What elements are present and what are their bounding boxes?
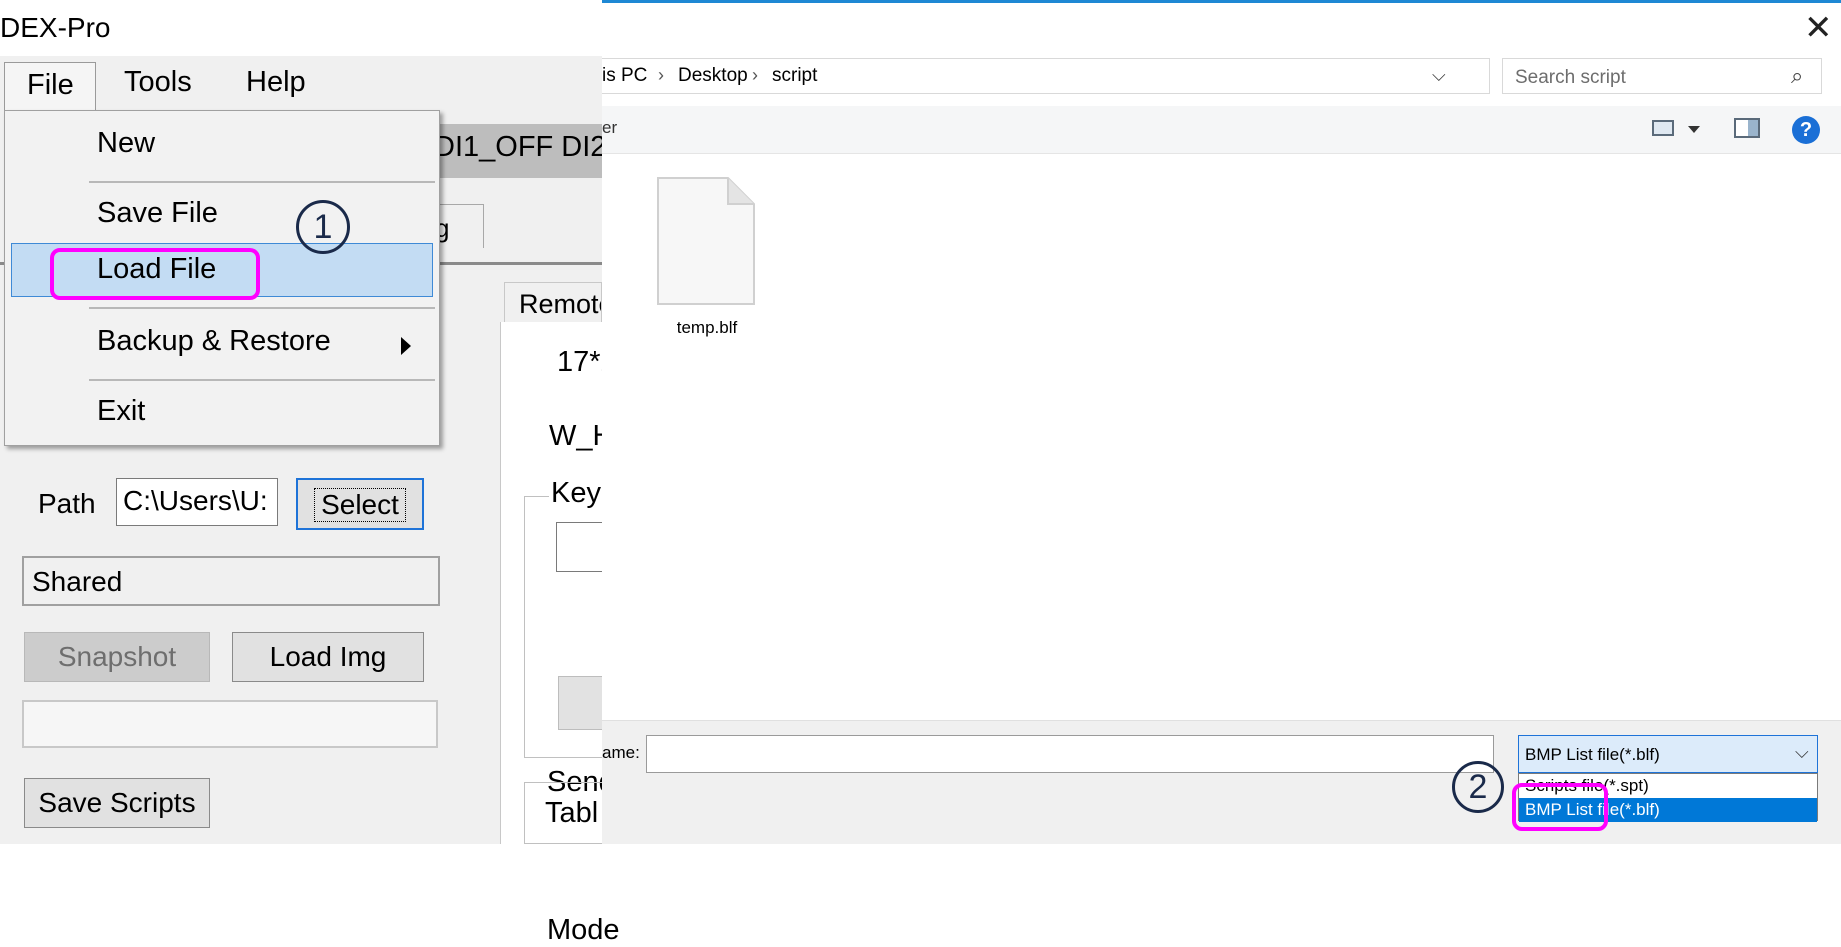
- mode-button[interactable]: [558, 676, 602, 730]
- file-name: temp.blf: [676, 318, 738, 337]
- menu-separator: [89, 307, 435, 309]
- help-icon[interactable]: ?: [1792, 116, 1820, 144]
- snapshot-button: Snapshot: [24, 632, 210, 682]
- save-scripts-button[interactable]: Save Scripts: [24, 778, 210, 828]
- close-icon[interactable]: ✕: [1804, 8, 1833, 48]
- filename-label: ame:: [602, 743, 640, 762]
- title-bar: DEX-Pro: [0, 0, 602, 56]
- breadcrumb-desktop[interactable]: Desktop: [678, 65, 748, 87]
- menu-item-backup-restore[interactable]: Backup & Restore: [97, 325, 331, 358]
- menu-help[interactable]: Help: [246, 66, 306, 99]
- menu-item-new[interactable]: New: [97, 127, 155, 160]
- tab-remote[interactable]: Remote: [504, 282, 602, 322]
- path-input[interactable]: C:\Users\U:: [116, 478, 278, 526]
- menu-item-save-file[interactable]: Save File: [97, 197, 218, 230]
- command-bar: er ?: [602, 106, 1841, 154]
- app-title: DEX-Pro: [0, 12, 111, 43]
- menu-separator: [89, 181, 435, 183]
- key-label: Key: [549, 477, 603, 510]
- dialog-footer: ame: BMP List file(*.blf) ⌵ Scripts file…: [602, 720, 1841, 844]
- breadcrumb-script[interactable]: script: [772, 65, 817, 87]
- chevron-down-icon: ⌵: [1795, 742, 1809, 762]
- search-placeholder: Search script: [1515, 67, 1626, 88]
- select-button[interactable]: Select: [296, 478, 424, 530]
- status-field: [22, 700, 438, 748]
- preview-pane-icon-fill: [1748, 120, 1758, 136]
- file-item[interactable]: temp.blf: [656, 174, 758, 344]
- open-file-dialog: ✕ is PC › Desktop › script ⌵ ↻ Search sc…: [602, 0, 1841, 844]
- load-img-button[interactable]: Load Img: [232, 632, 424, 682]
- annotation-step-1: 1: [296, 200, 350, 254]
- annotation-step-2: 2: [1452, 761, 1504, 813]
- menu-separator: [89, 379, 435, 381]
- address-bar[interactable]: is PC › Desktop › script ⌵ ↻: [602, 58, 1490, 153]
- annotation-highlight-load-file: [50, 248, 260, 300]
- filetype-select[interactable]: BMP List file(*.blf) ⌵: [1518, 735, 1818, 773]
- key-input[interactable]: [556, 522, 602, 572]
- menu-tools[interactable]: Tools: [124, 66, 192, 99]
- view-icon[interactable]: [1652, 120, 1674, 136]
- path-label: Path: [38, 488, 96, 519]
- dialog-accent-line: [602, 0, 1841, 3]
- table-label: Tabl: [545, 797, 599, 829]
- annotation-highlight-bmp-option: [1512, 783, 1608, 831]
- search-input[interactable]: Search script ⌕: [1502, 58, 1822, 94]
- breadcrumb-this-pc[interactable]: is PC: [602, 65, 647, 87]
- submenu-arrow-icon: [401, 337, 411, 355]
- breadcrumb-chevron-icon: ›: [658, 65, 664, 85]
- view-dropdown-icon[interactable]: [1688, 126, 1700, 133]
- breadcrumb-chevron-icon: ›: [752, 65, 758, 85]
- new-folder-partial[interactable]: er: [602, 118, 617, 138]
- chevron-down-icon[interactable]: ⌵: [1432, 65, 1446, 86]
- menu-item-exit[interactable]: Exit: [97, 395, 145, 428]
- shared-field[interactable]: Shared: [22, 556, 440, 606]
- send-group: Tabl: [524, 782, 602, 844]
- select-button-label: Select: [314, 488, 406, 522]
- io-toolbar-label: DI1_OFF DI2: [434, 131, 607, 163]
- menu-bar: File Tools Help: [0, 56, 602, 112]
- menu-file[interactable]: File: [4, 62, 96, 112]
- search-icon: ⌕: [1791, 63, 1804, 88]
- preview-pane-icon[interactable]: [1734, 118, 1760, 138]
- mode-label: Mode: [547, 914, 620, 946]
- document-icon: [657, 177, 755, 305]
- menu-file-label: File: [27, 69, 74, 101]
- filetype-selected-value: BMP List file(*.blf): [1525, 745, 1660, 764]
- filename-input[interactable]: [646, 735, 1494, 773]
- dexpro-window: DEX-Pro File Tools Help DI1_OFF DI2 g Re…: [0, 0, 620, 946]
